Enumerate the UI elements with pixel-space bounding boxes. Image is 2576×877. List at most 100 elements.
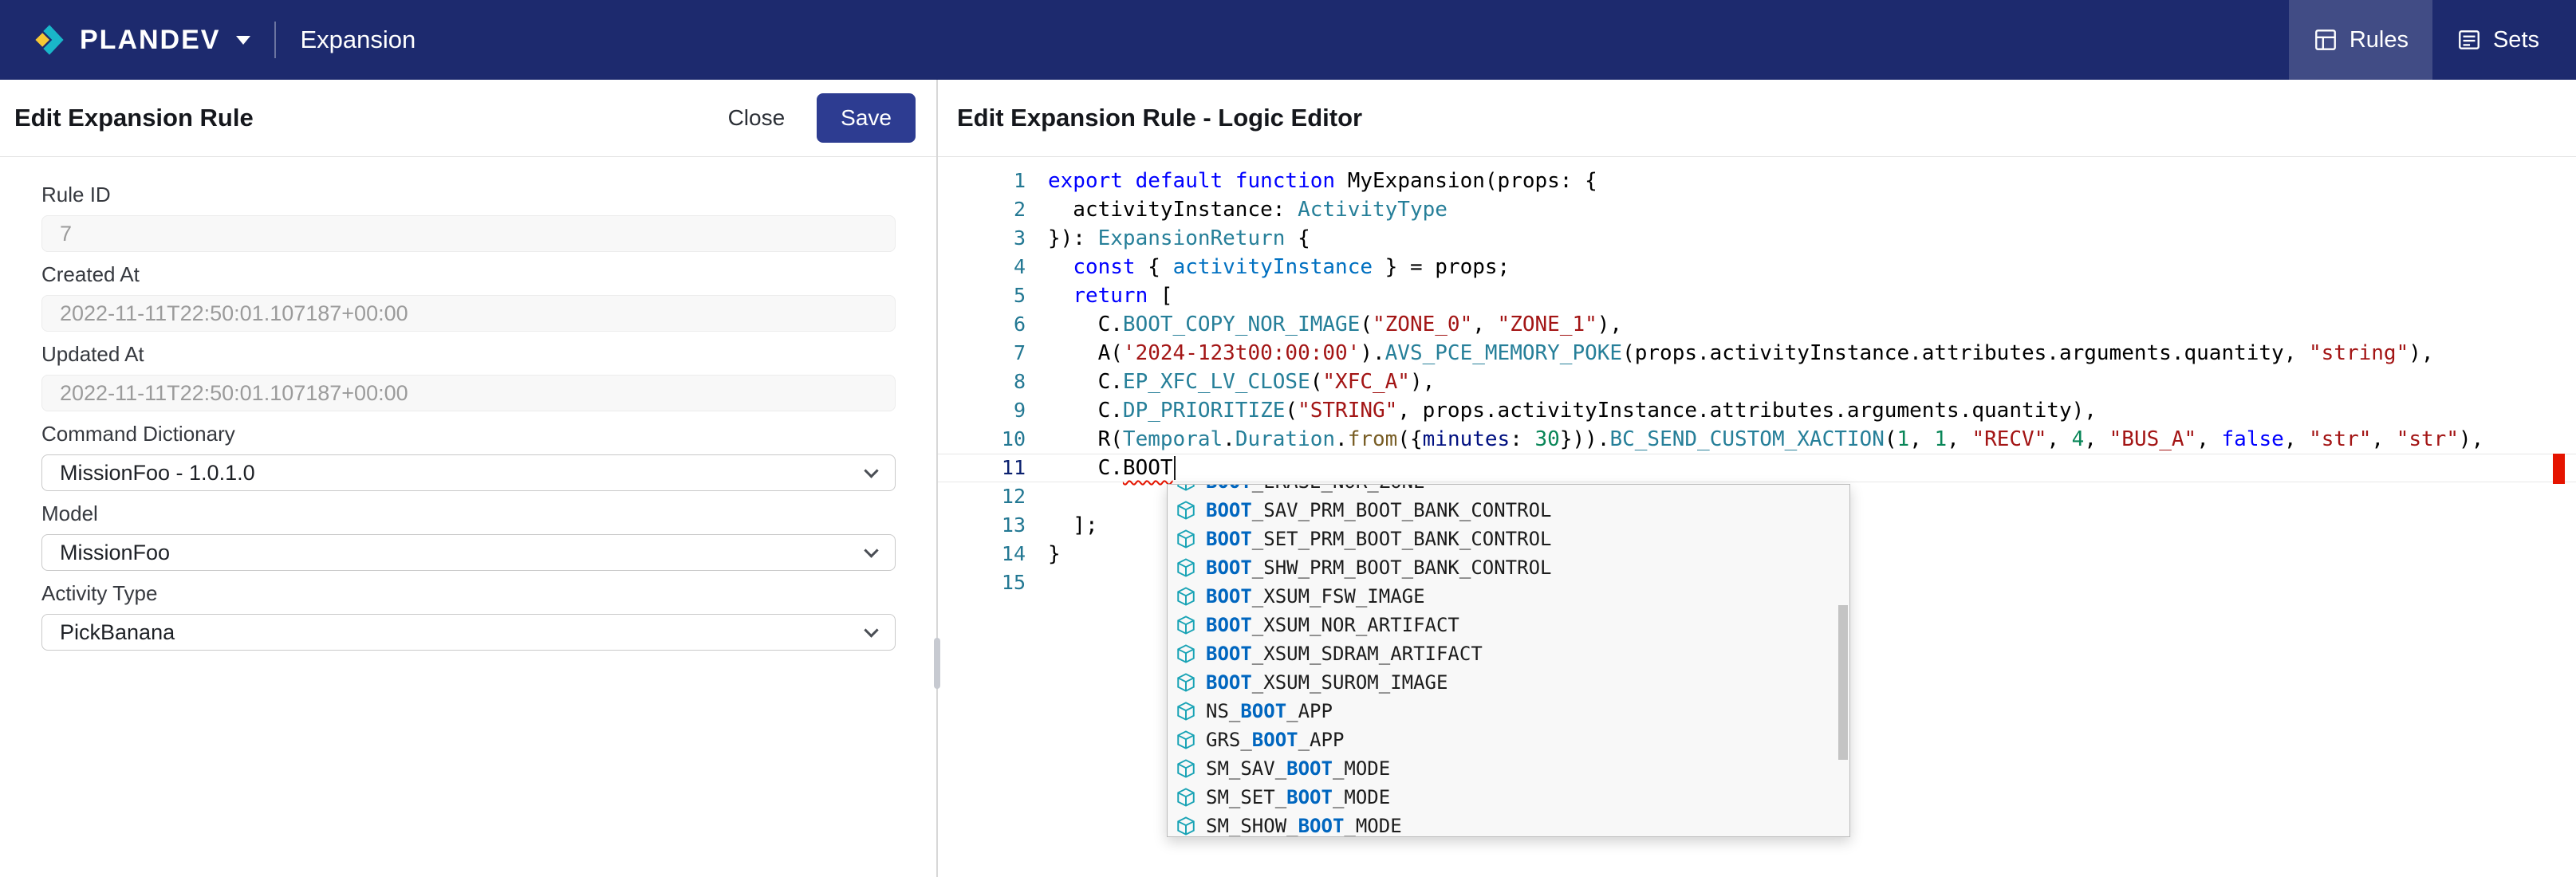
code-editor[interactable]: 1export default function MyExpansion(pro…: [938, 157, 2576, 877]
plandev-logo-icon: [32, 22, 67, 57]
suggestion-label: BOOT_SET_PRM_BOOT_BANK_CONTROL: [1206, 528, 1551, 550]
suggestion-BOOT_SAV_PRM_BOOT_BANK_CONTROL[interactable]: BOOT_SAV_PRM_BOOT_BANK_CONTROL: [1168, 496, 1849, 525]
line-content: C.EP_XFC_LV_CLOSE("XFC_A"),: [1026, 368, 1435, 396]
app-menu[interactable]: PLANDEV: [32, 22, 250, 57]
line-number: 5: [938, 281, 1026, 310]
suggestion-label: BOOT_XSUM_SDRAM_ARTIFACT: [1206, 643, 1483, 665]
suggestion-label: BOOT_SHW_PRM_BOOT_BANK_CONTROL: [1206, 556, 1551, 579]
code-line-1[interactable]: 1export default function MyExpansion(pro…: [938, 167, 2576, 195]
suggestion-BOOT_XSUM_FSW_IMAGE[interactable]: BOOT_XSUM_FSW_IMAGE: [1168, 582, 1849, 611]
edit-rule-header: Edit Expansion Rule Close Save: [0, 80, 936, 157]
text-cursor: [1174, 456, 1176, 480]
rule-form: Rule ID Created At Updated At Command Di…: [0, 157, 936, 661]
model-select[interactable]: MissionFoo: [41, 534, 896, 571]
code-line-9[interactable]: 9 C.DP_PRIORITIZE("STRING", props.activi…: [938, 396, 2576, 425]
line-number: 13: [938, 511, 1026, 540]
suggestion-BOOT_SET_PRM_BOOT_BANK_CONTROL[interactable]: BOOT_SET_PRM_BOOT_BANK_CONTROL: [1168, 525, 1849, 553]
field-created-at: Created At: [41, 262, 896, 332]
command-symbol-icon: [1176, 484, 1196, 492]
suggestion-SM_SHOW_BOOT_MODE[interactable]: SM_SHOW_BOOT_MODE: [1168, 812, 1849, 837]
suggestion-label: BOOT_SAV_PRM_BOOT_BANK_CONTROL: [1206, 499, 1551, 521]
line-number: 2: [938, 195, 1026, 224]
rule-id-label: Rule ID: [41, 183, 896, 207]
suggestion-list: BOOT_ERASE_NOR_ZONE BOOT_SAV_PRM_BOOT_BA…: [1168, 484, 1849, 837]
command-symbol-icon: [1176, 672, 1196, 693]
code-line-3[interactable]: 3}): ExpansionReturn {: [938, 224, 2576, 253]
suggestion-label: SM_SAV_BOOT_MODE: [1206, 757, 1390, 780]
nav-rules-button[interactable]: Rules: [2289, 0, 2432, 80]
line-content: R(Temporal.Duration.from({minutes: 30}))…: [1026, 425, 2483, 454]
suggestion-BOOT_XSUM_NOR_ARTIFACT[interactable]: BOOT_XSUM_NOR_ARTIFACT: [1168, 611, 1849, 639]
activity-type-select[interactable]: PickBanana: [41, 614, 896, 651]
created-at-input: [41, 295, 896, 332]
line-number: 4: [938, 253, 1026, 281]
line-number: 12: [938, 482, 1026, 511]
rule-id-input: [41, 215, 896, 252]
top-nav: Rules Sets: [2289, 0, 2576, 80]
expansion-app: { "header": { "logo_text": "PLANDEV", "p…: [0, 0, 2576, 877]
edit-rule-title: Edit Expansion Rule: [14, 104, 254, 132]
logic-editor-title: Edit Expansion Rule - Logic Editor: [957, 104, 1362, 132]
code-line-5[interactable]: 5 return [: [938, 281, 2576, 310]
line-content: ];: [1026, 511, 1098, 540]
line-content: }): ExpansionReturn {: [1026, 224, 1310, 253]
logic-editor-header: Edit Expansion Rule - Logic Editor: [938, 80, 2576, 157]
created-at-label: Created At: [41, 262, 896, 287]
line-number: 7: [938, 339, 1026, 368]
sets-icon: [2456, 27, 2482, 53]
line-content: [1026, 568, 1048, 597]
updated-at-input: [41, 375, 896, 411]
suggest-scrollbar[interactable]: [1838, 605, 1848, 760]
command-symbol-icon: [1176, 500, 1196, 521]
command-symbol-icon: [1176, 615, 1196, 635]
line-number: 11: [938, 454, 1026, 482]
line-number: 15: [938, 568, 1026, 597]
top-bar: PLANDEV Expansion Rules Sets: [0, 0, 2576, 80]
main-content: Edit Expansion Rule Close Save Rule ID C…: [0, 80, 2576, 877]
code-line-8[interactable]: 8 C.EP_XFC_LV_CLOSE("XFC_A"),: [938, 368, 2576, 396]
logic-editor-panel: Edit Expansion Rule - Logic Editor 1expo…: [938, 80, 2576, 877]
suggestion-BOOT_ERASE_NOR_ZONE[interactable]: BOOT_ERASE_NOR_ZONE: [1168, 484, 1849, 496]
command-symbol-icon: [1176, 758, 1196, 779]
suggestion-SM_SAV_BOOT_MODE[interactable]: SM_SAV_BOOT_MODE: [1168, 754, 1849, 783]
command-dictionary-select[interactable]: MissionFoo - 1.0.1.0: [41, 454, 896, 491]
line-number: 9: [938, 396, 1026, 425]
code-line-6[interactable]: 6 C.BOOT_COPY_NOR_IMAGE("ZONE_0", "ZONE_…: [938, 310, 2576, 339]
line-content: C.BOOT_COPY_NOR_IMAGE("ZONE_0", "ZONE_1"…: [1026, 310, 1622, 339]
code-line-10[interactable]: 10 R(Temporal.Duration.from({minutes: 30…: [938, 425, 2576, 454]
line-number: 1: [938, 167, 1026, 195]
suggestion-GRS_BOOT_APP[interactable]: GRS_BOOT_APP: [1168, 726, 1849, 754]
suggestion-SM_SET_BOOT_MODE[interactable]: SM_SET_BOOT_MODE: [1168, 783, 1849, 812]
autocomplete-popup: BOOT_ERASE_NOR_ZONE BOOT_SAV_PRM_BOOT_BA…: [1167, 484, 1850, 837]
chevron-down-icon[interactable]: [236, 36, 250, 45]
suggestion-label: SM_SET_BOOT_MODE: [1206, 786, 1390, 808]
code-line-2[interactable]: 2 activityInstance: ActivityType: [938, 195, 2576, 224]
code-line-7[interactable]: 7 A('2024-123t00:00:00').AVS_PCE_MEMORY_…: [938, 339, 2576, 368]
command-symbol-icon: [1176, 787, 1196, 808]
command-symbol-icon: [1176, 701, 1196, 722]
field-model: Model MissionFoo: [41, 501, 896, 571]
close-button[interactable]: Close: [712, 94, 802, 142]
nav-rules-label: Rules: [2350, 27, 2409, 53]
line-content: A('2024-123t00:00:00').AVS_PCE_MEMORY_PO…: [1026, 339, 2434, 368]
suggestion-label: GRS_BOOT_APP: [1206, 729, 1344, 751]
suggestion-NS_BOOT_APP[interactable]: NS_BOOT_APP: [1168, 697, 1849, 726]
code-line-4[interactable]: 4 const { activityInstance } = props;: [938, 253, 2576, 281]
command-symbol-icon: [1176, 586, 1196, 607]
field-rule-id: Rule ID: [41, 183, 896, 252]
nav-sets-button[interactable]: Sets: [2432, 0, 2563, 80]
edit-rule-actions: Close Save: [712, 93, 916, 143]
code-line-11[interactable]: 11 C.BOOT: [938, 454, 2576, 482]
line-number: 14: [938, 540, 1026, 568]
suggestion-BOOT_XSUM_SDRAM_ARTIFACT[interactable]: BOOT_XSUM_SDRAM_ARTIFACT: [1168, 639, 1849, 668]
line-content: }: [1026, 540, 1061, 568]
save-button[interactable]: Save: [817, 93, 916, 143]
suggestion-BOOT_XSUM_SUROM_IMAGE[interactable]: BOOT_XSUM_SUROM_IMAGE: [1168, 668, 1849, 697]
command-symbol-icon: [1176, 816, 1196, 836]
suggestion-BOOT_SHW_PRM_BOOT_BANK_CONTROL[interactable]: BOOT_SHW_PRM_BOOT_BANK_CONTROL: [1168, 553, 1849, 582]
model-label: Model: [41, 501, 896, 526]
line-content: export default function MyExpansion(prop…: [1026, 167, 1597, 195]
line-number: 10: [938, 425, 1026, 454]
command-symbol-icon: [1176, 529, 1196, 549]
line-number: 6: [938, 310, 1026, 339]
